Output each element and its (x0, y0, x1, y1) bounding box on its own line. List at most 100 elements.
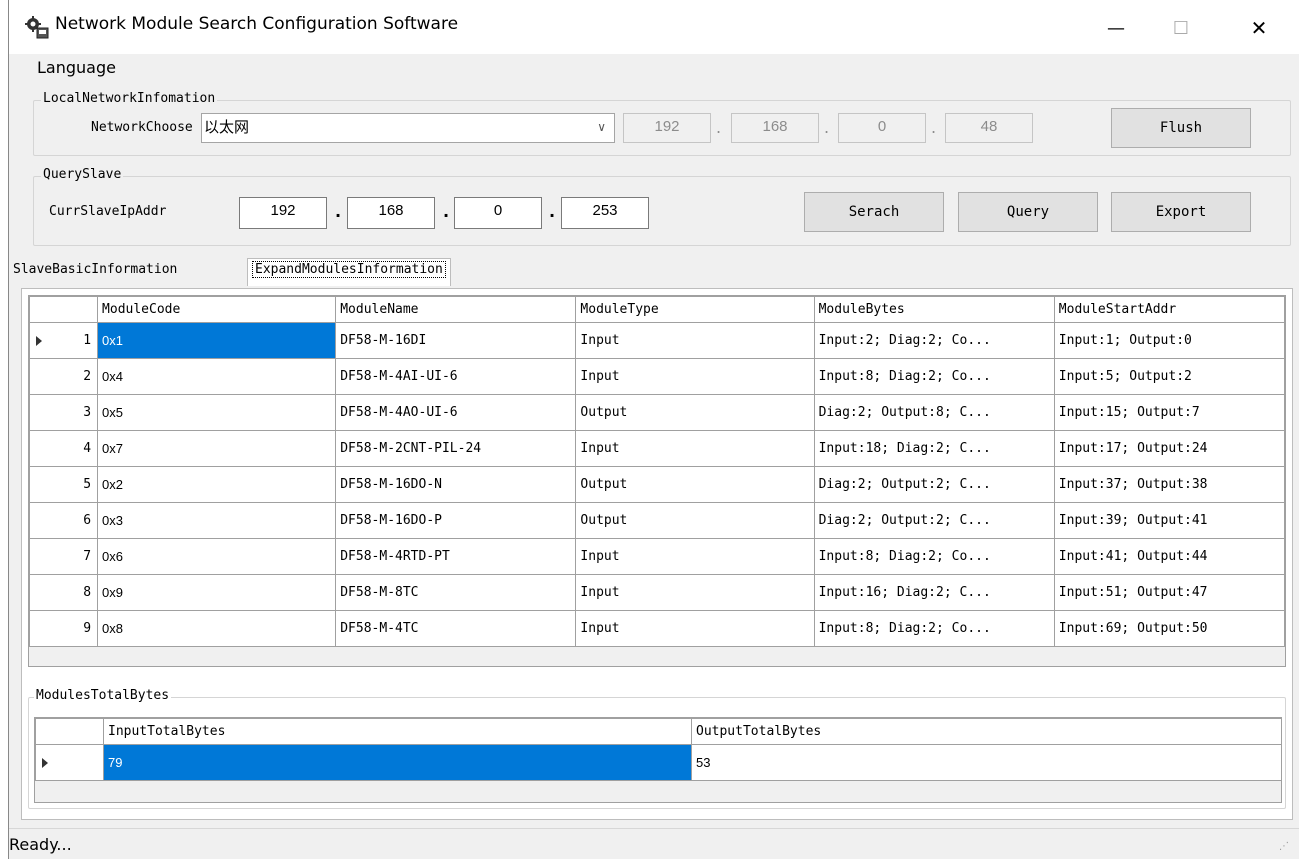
row-header[interactable]: 2 (29, 358, 99, 395)
module-bytes-cell[interactable]: Input:2; Diag:2; Co... (813, 322, 1055, 359)
search-button[interactable]: Serach (804, 192, 944, 232)
row-header[interactable]: 5 (29, 466, 99, 503)
resize-grip-icon[interactable]: ⋰ (1279, 841, 1289, 852)
module-type-cell[interactable]: Output (575, 394, 815, 431)
module-bytes-cell[interactable]: Input:16; Diag:2; C... (813, 574, 1055, 611)
module-type-cell[interactable]: Output (575, 466, 815, 503)
module-code-cell[interactable]: 0x3 (97, 502, 337, 539)
network-choose-select[interactable]: 以太网 ∨ (201, 113, 615, 143)
slave-ip-octet-4[interactable]: 253 (561, 197, 649, 229)
module-bytes-cell[interactable]: Input:8; Diag:2; Co... (813, 358, 1055, 395)
close-button[interactable]: ✕ (1237, 10, 1281, 46)
module-start-addr-cell[interactable]: Input:15; Output:7 (1053, 394, 1285, 431)
module-bytes-cell[interactable]: Diag:2; Output:2; C... (813, 466, 1055, 503)
table-row[interactable]: 5 0x2 DF58-M-16DO-N Output Diag:2; Output:2;… (29, 466, 1285, 503)
module-name-cell[interactable]: DF58-M-4AO-UI-6 (335, 394, 577, 431)
module-bytes-cell[interactable]: Input:8; Diag:2; Co... (813, 538, 1055, 575)
slave-ip-octet-1[interactable]: 192 (239, 197, 327, 229)
row-header[interactable]: 3 (29, 394, 99, 431)
row-header[interactable]: 9 (29, 610, 99, 647)
local-ip-octet-2: 168 (731, 113, 819, 143)
module-type-cell[interactable]: Input (575, 610, 815, 647)
table-row[interactable]: 1 0x1 DF58-M-16DI Input Input:2; Diag:2; Co.… (29, 322, 1285, 359)
status-text: Ready... (9, 835, 72, 854)
column-header-module-name[interactable]: ModuleName (335, 296, 577, 323)
module-code-cell[interactable]: 0x5 (97, 394, 337, 431)
module-type-cell[interactable]: Output (575, 502, 815, 539)
module-start-addr-cell[interactable]: Input:69; Output:50 (1053, 610, 1285, 647)
row-header[interactable] (35, 744, 104, 781)
module-bytes-cell[interactable]: Diag:2; Output:8; C... (813, 394, 1055, 431)
module-name-cell[interactable]: DF58-M-16DO-N (335, 466, 577, 503)
totals-grid[interactable]: InputTotalBytes OutputTotalBytes 79 53 (34, 717, 1282, 803)
module-name-cell[interactable]: DF58-M-4AI-UI-6 (335, 358, 577, 395)
input-total-bytes-cell[interactable]: 79 (103, 744, 692, 781)
totals-row[interactable]: 79 53 (35, 744, 1281, 781)
module-start-addr-cell[interactable]: Input:41; Output:44 (1053, 538, 1285, 575)
module-code-cell[interactable]: 0x4 (97, 358, 337, 395)
column-header-output-total-bytes[interactable]: OutputTotalBytes (691, 718, 1281, 745)
row-header[interactable]: 8 (29, 574, 99, 611)
module-type-cell[interactable]: Input (575, 322, 815, 359)
module-code-cell[interactable]: 0x7 (97, 430, 337, 467)
table-row[interactable]: 8 0x9 DF58-M-8TC Input Input:16; Diag:2; C..… (29, 574, 1285, 611)
module-name-cell[interactable]: DF58-M-16DI (335, 322, 577, 359)
column-header-input-total-bytes[interactable]: InputTotalBytes (103, 718, 692, 745)
module-start-addr-cell[interactable]: Input:39; Output:41 (1053, 502, 1285, 539)
column-header-module-start-addr[interactable]: ModuleStartAddr (1053, 296, 1285, 323)
module-type-cell[interactable]: Input (575, 538, 815, 575)
ip-dot: . (716, 118, 722, 137)
row-header-corner (29, 296, 99, 323)
tab-expand-modules-information[interactable]: ExpandModulesInformation (247, 258, 451, 286)
menu-language[interactable]: Language (37, 58, 116, 77)
table-row[interactable]: 6 0x3 DF58-M-16DO-P Output Diag:2; Output:2;… (29, 502, 1285, 539)
output-total-bytes-cell[interactable]: 53 (691, 744, 1281, 781)
row-header[interactable]: 4 (29, 430, 99, 467)
module-bytes-cell[interactable]: Input:8; Diag:2; Co... (813, 610, 1055, 647)
row-header[interactable]: 7 (29, 538, 99, 575)
row-header[interactable]: 6 (29, 502, 99, 539)
table-row[interactable]: 3 0x5 DF58-M-4AO-UI-6 Output Diag:2; Output:… (29, 394, 1285, 431)
module-type-cell[interactable]: Input (575, 574, 815, 611)
flush-button[interactable]: Flush (1111, 108, 1251, 148)
module-start-addr-cell[interactable]: Input:17; Output:24 (1053, 430, 1285, 467)
table-row[interactable]: 4 0x7 DF58-M-2CNT-PIL-24 Input Input:18; Dia… (29, 430, 1285, 467)
column-header-module-code[interactable]: ModuleCode (97, 296, 337, 323)
modules-header-row: ModuleCode ModuleName ModuleType ModuleB… (29, 296, 1285, 323)
totals-legend: ModulesTotalBytes (34, 688, 172, 703)
modules-grid[interactable]: ModuleCode ModuleName ModuleType ModuleB… (28, 295, 1286, 667)
slave-ip-octet-3[interactable]: 0 (454, 197, 542, 229)
module-name-cell[interactable]: DF58-M-16DO-P (335, 502, 577, 539)
module-start-addr-cell[interactable]: Input:1; Output:0 (1053, 322, 1285, 359)
module-name-cell[interactable]: DF58-M-2CNT-PIL-24 (335, 430, 577, 467)
module-type-cell[interactable]: Input (575, 358, 815, 395)
local-ip-octet-3: 0 (838, 113, 926, 143)
row-header[interactable]: 1 (29, 322, 99, 359)
module-name-cell[interactable]: DF58-M-4RTD-PT (335, 538, 577, 575)
module-code-cell[interactable]: 0x9 (97, 574, 337, 611)
module-bytes-cell[interactable]: Diag:2; Output:2; C... (813, 502, 1055, 539)
module-code-cell[interactable]: 0x1 (97, 322, 337, 359)
tab-slave-basic-information[interactable]: SlaveBasicInformation (13, 262, 177, 277)
column-header-module-bytes[interactable]: ModuleBytes (813, 296, 1055, 323)
table-row[interactable]: 2 0x4 DF58-M-4AI-UI-6 Input Input:8; Diag:2;… (29, 358, 1285, 395)
module-start-addr-cell[interactable]: Input:51; Output:47 (1053, 574, 1285, 611)
export-button[interactable]: Export (1111, 192, 1251, 232)
table-row[interactable]: 7 0x6 DF58-M-4RTD-PT Input Input:8; Diag:2; … (29, 538, 1285, 575)
module-type-cell[interactable]: Input (575, 430, 815, 467)
module-start-addr-cell[interactable]: Input:37; Output:38 (1053, 466, 1285, 503)
module-name-cell[interactable]: DF58-M-4TC (335, 610, 577, 647)
slave-ip-octet-2[interactable]: 168 (347, 197, 435, 229)
module-start-addr-cell[interactable]: Input:5; Output:2 (1053, 358, 1285, 395)
column-header-module-type[interactable]: ModuleType (575, 296, 815, 323)
minimize-button[interactable]: — (1094, 10, 1138, 46)
maximize-button[interactable]: ☐ (1159, 10, 1203, 46)
query-button[interactable]: Query (958, 192, 1098, 232)
module-code-cell[interactable]: 0x8 (97, 610, 337, 647)
module-bytes-cell[interactable]: Input:18; Diag:2; C... (813, 430, 1055, 467)
table-row[interactable]: 9 0x8 DF58-M-4TC Input Input:8; Diag:2; Co..… (29, 610, 1285, 647)
row-number: 6 (83, 513, 92, 528)
module-name-cell[interactable]: DF58-M-8TC (335, 574, 577, 611)
module-code-cell[interactable]: 0x6 (97, 538, 337, 575)
module-code-cell[interactable]: 0x2 (97, 466, 337, 503)
